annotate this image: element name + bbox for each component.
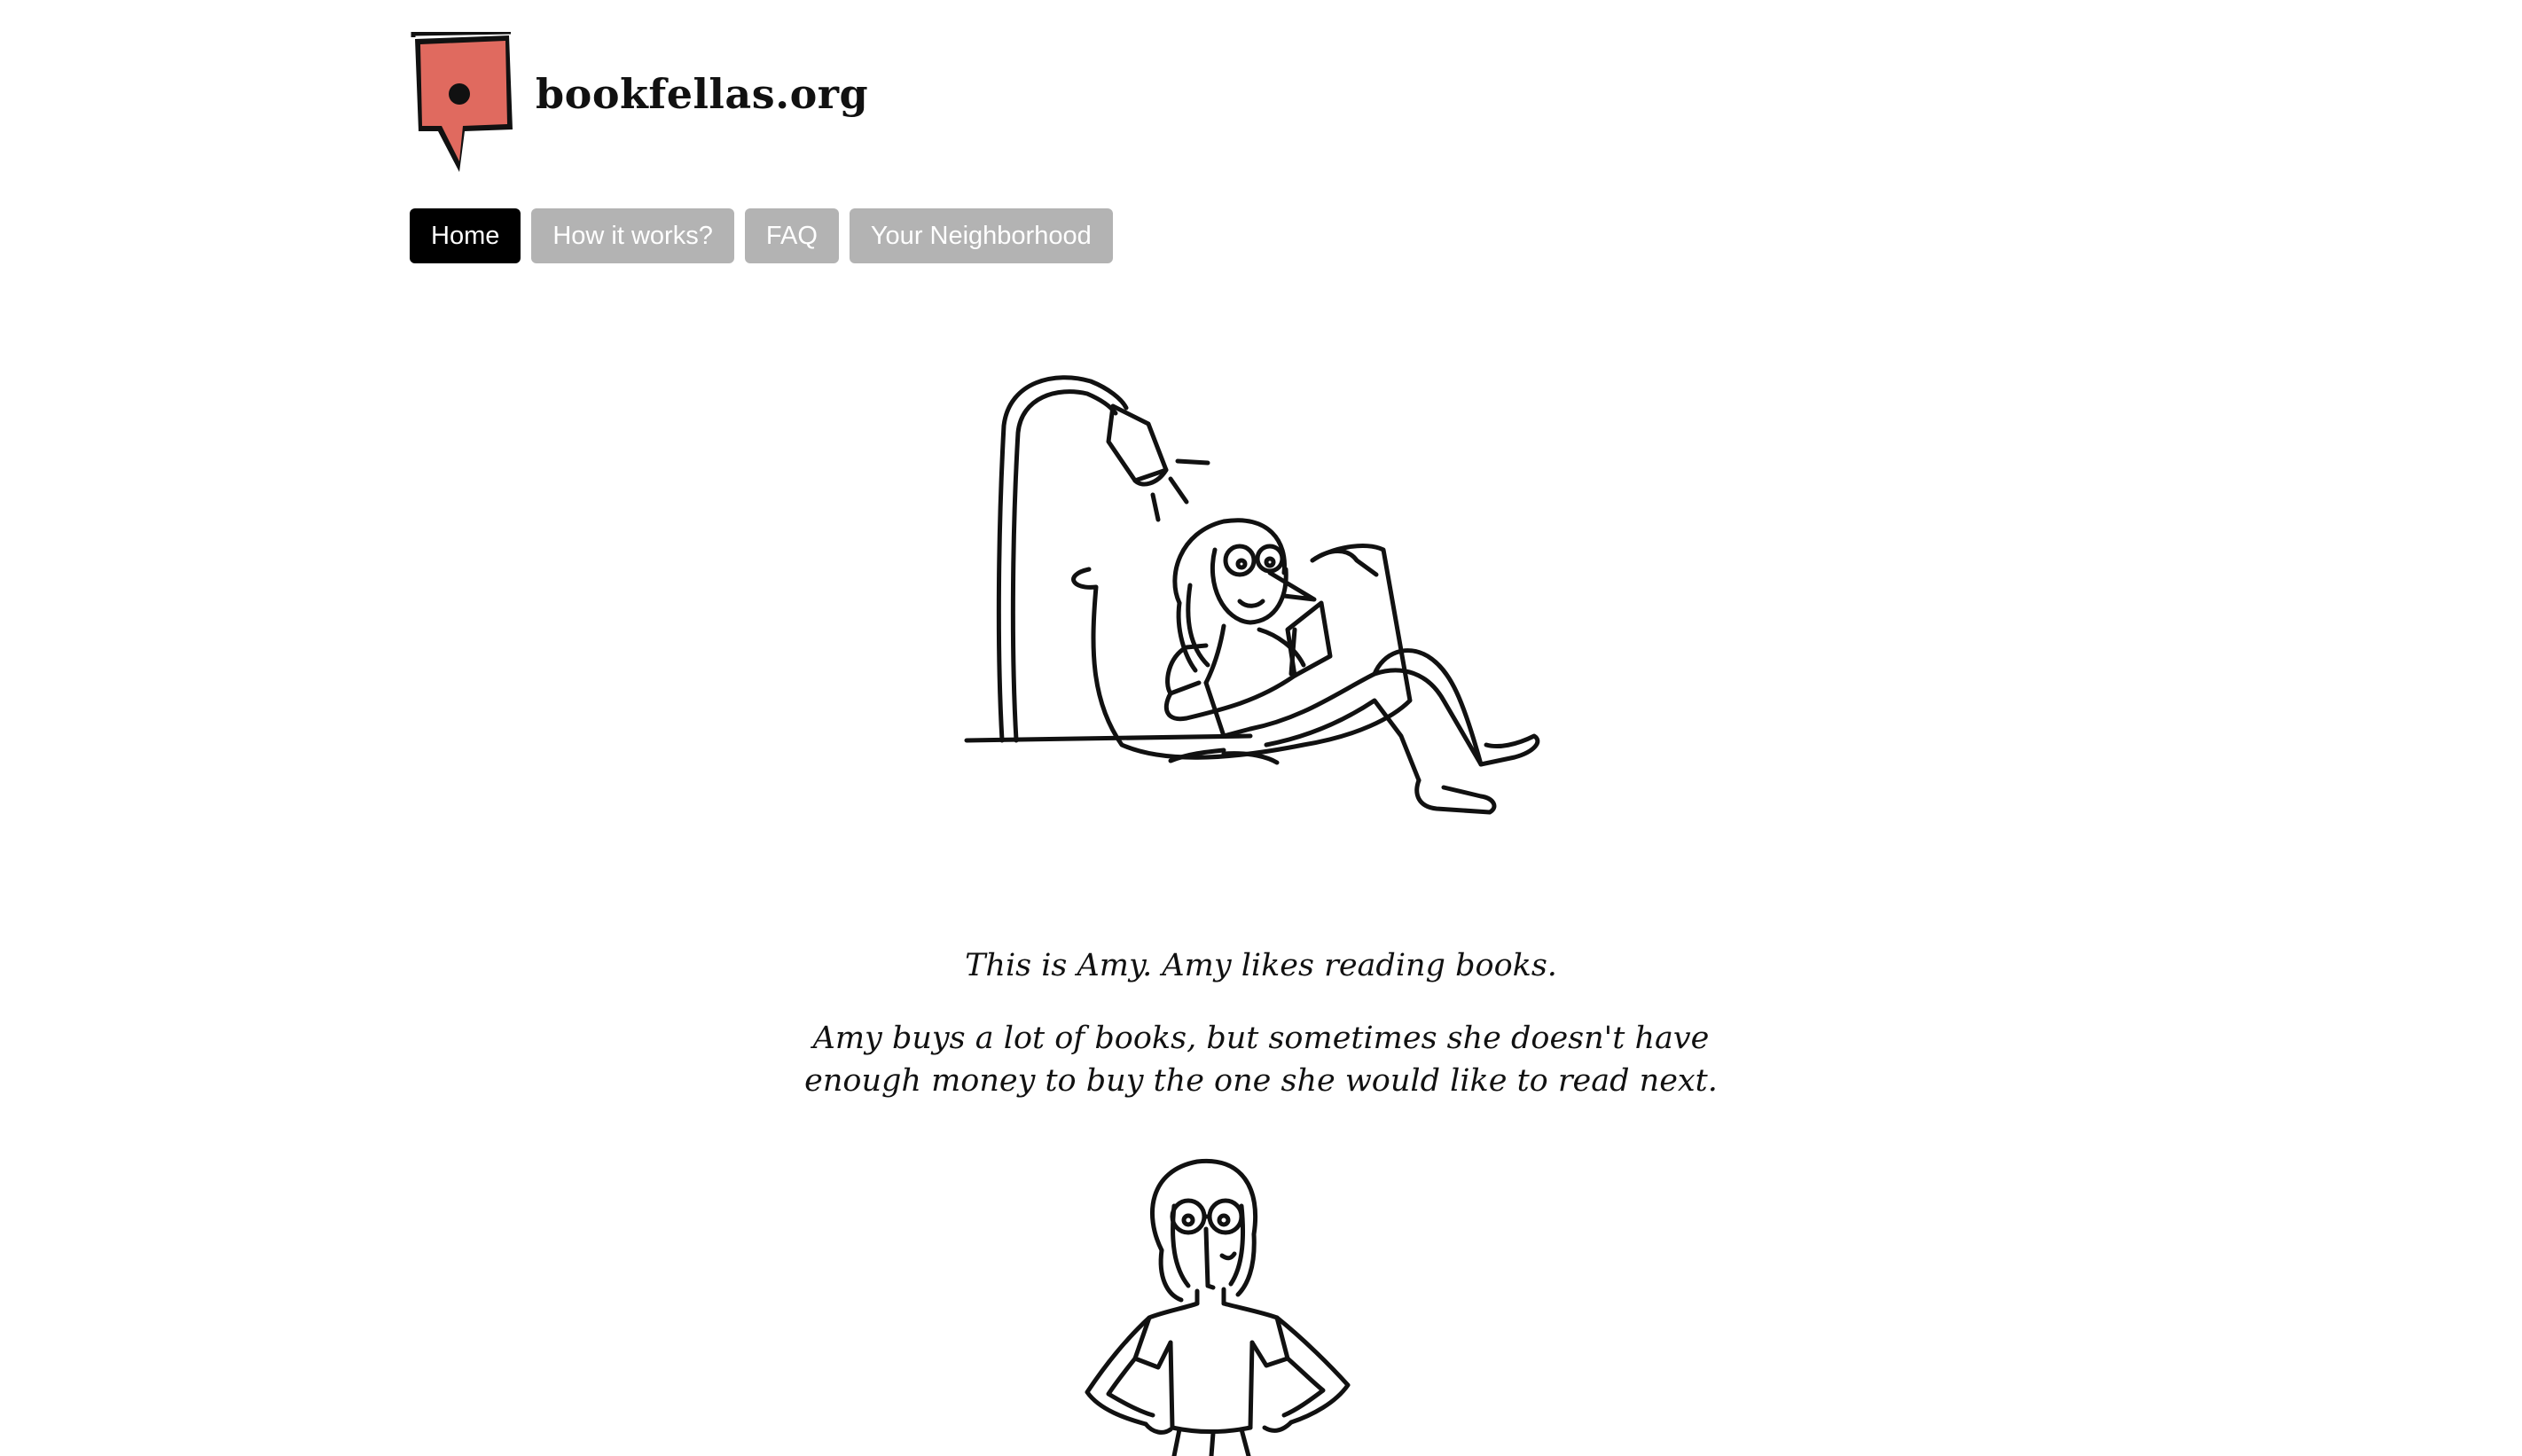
nav-how-it-works[interactable]: How it works? [531,208,734,263]
amy-reading-illustration [964,375,1540,815]
story-paragraph-money: Amy buys a lot of books, but sometimes s… [804,1021,1718,1099]
nav-home[interactable]: Home [410,208,521,263]
nav-faq[interactable]: FAQ [744,208,839,263]
bookmark-pin-logo-icon[interactable] [410,32,518,177]
amy-standing-illustration [1085,1158,1351,1456]
site-logo-text[interactable]: bookfellas.org [536,70,868,118]
story-paragraph-intro: This is Amy. Amy likes reading books. [965,948,1557,983]
nav-your-neighborhood[interactable]: Your Neighborhood [849,208,1113,263]
main-nav: Home How it works? FAQ Your Neighborhood [410,208,1113,263]
site-header: bookfellas.org [410,32,868,177]
